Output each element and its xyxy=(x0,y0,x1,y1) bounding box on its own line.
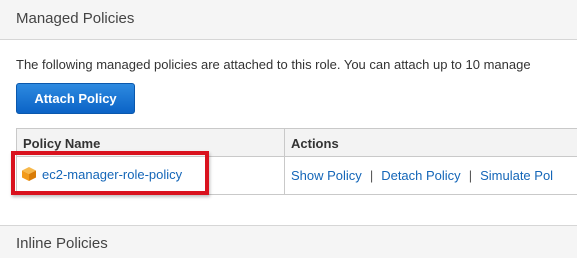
managed-policies-title: Managed Policies xyxy=(16,10,135,27)
table-header: Policy Name Actions xyxy=(17,129,577,157)
attach-policy-button[interactable]: Attach Policy xyxy=(16,83,135,114)
show-policy-link[interactable]: Show Policy xyxy=(291,168,362,183)
action-separator: | xyxy=(369,168,374,183)
orange-cube-icon xyxy=(22,167,36,181)
column-header-policy-name: Policy Name xyxy=(23,136,101,151)
policy-name-cell: ec2-manager-role-policy xyxy=(21,166,182,182)
table-row: ec2-manager-role-policy Show Policy | Deta… xyxy=(17,157,577,194)
policy-actions: Show Policy | Detach Policy | Simulate Pol xyxy=(291,168,553,183)
simulate-policy-link[interactable]: Simulate Pol xyxy=(480,168,553,183)
managed-policies-table: Policy Name Actions ec2-manager-role-pol… xyxy=(16,128,577,195)
managed-policies-header[interactable]: Managed Policies xyxy=(0,0,577,40)
action-separator: | xyxy=(468,168,473,183)
managed-policies-description: The following managed policies are attac… xyxy=(16,57,531,72)
inline-policies-header[interactable]: Inline Policies xyxy=(0,225,577,258)
inline-policies-title: Inline Policies xyxy=(16,235,108,252)
detach-policy-link[interactable]: Detach Policy xyxy=(381,168,460,183)
column-header-actions: Actions xyxy=(291,136,339,151)
policy-name-link[interactable]: ec2-manager-role-policy xyxy=(42,167,182,182)
